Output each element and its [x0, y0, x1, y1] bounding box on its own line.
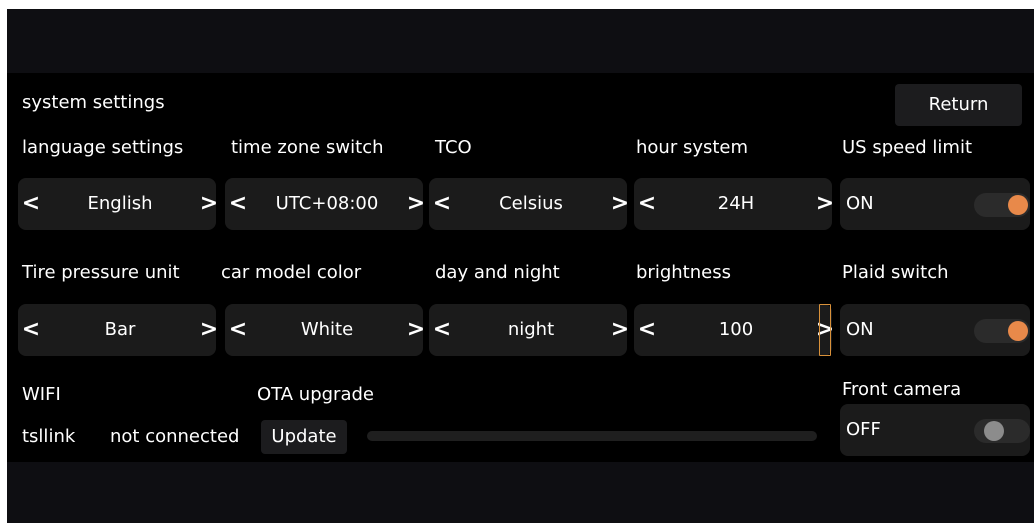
- us-speed-limit-toggle-box: ON: [840, 178, 1030, 230]
- front-camera-state: OFF: [846, 419, 881, 440]
- update-button[interactable]: Update: [261, 420, 347, 454]
- time-zone-switch-label: time zone switch: [231, 137, 384, 158]
- switch-knob: [1008, 195, 1028, 215]
- ota-upgrade-label: OTA upgrade: [257, 384, 374, 405]
- hour-system-selector: < 24H >: [634, 178, 834, 230]
- brightness-label: brightness: [636, 262, 731, 283]
- chevron-left-icon[interactable]: <: [20, 304, 42, 356]
- chevron-right-icon[interactable]: >: [814, 178, 836, 230]
- tco-value: Celsius: [499, 193, 563, 214]
- plaid-switch[interactable]: [974, 319, 1030, 343]
- language-selector: < English >: [18, 178, 218, 230]
- bottom-bar: [7, 462, 1034, 523]
- us-speed-limit-label: US speed limit: [842, 137, 973, 158]
- brightness-value: 100: [718, 319, 754, 340]
- chevron-right-icon[interactable]: >: [198, 178, 220, 230]
- chevron-left-icon[interactable]: <: [227, 178, 249, 230]
- chevron-right-icon[interactable]: >: [405, 304, 427, 356]
- tire-pressure-unit-label: Tire pressure unit: [22, 262, 180, 283]
- tco-label: TCO: [435, 137, 472, 158]
- plaid-toggle-box: ON: [840, 304, 1030, 356]
- plaid-state: ON: [846, 319, 874, 340]
- switch-knob: [984, 421, 1004, 441]
- wifi-label: WIFI: [22, 384, 61, 405]
- chevron-left-icon[interactable]: <: [20, 178, 42, 230]
- car-model-color-value: White: [300, 319, 354, 340]
- chevron-left-icon[interactable]: <: [431, 304, 453, 356]
- time-zone-value: UTC+08:00: [275, 193, 379, 214]
- language-settings-label: language settings: [22, 137, 184, 158]
- focus-highlight: [819, 304, 831, 356]
- car-model-color-label: car model color: [221, 262, 362, 283]
- chevron-right-icon[interactable]: >: [198, 304, 220, 356]
- tire-pressure-value: Bar: [104, 319, 136, 340]
- language-value: English: [87, 193, 153, 214]
- day-and-night-value: night: [507, 319, 555, 340]
- chevron-left-icon[interactable]: <: [431, 178, 453, 230]
- tco-selector: < Celsius >: [429, 178, 629, 230]
- ota-progress-bar: [367, 431, 817, 441]
- hour-system-label: hour system: [636, 137, 749, 158]
- plaid-switch-label: Plaid switch: [842, 262, 949, 283]
- front-camera-toggle-box: OFF: [840, 404, 1030, 456]
- chevron-left-icon[interactable]: <: [636, 304, 658, 356]
- chevron-left-icon[interactable]: <: [636, 178, 658, 230]
- us-speed-limit-state: ON: [846, 193, 874, 214]
- wifi-network-name[interactable]: tsllink: [22, 426, 75, 448]
- front-camera-switch[interactable]: [974, 419, 1030, 443]
- top-bar: [7, 9, 1034, 73]
- wifi-status: not connected: [110, 426, 240, 447]
- hour-system-value: 24H: [717, 193, 755, 214]
- chevron-left-icon[interactable]: <: [227, 304, 249, 356]
- return-button[interactable]: Return: [895, 84, 1022, 126]
- tire-pressure-selector: < Bar >: [18, 304, 218, 356]
- front-camera-label: Front camera: [842, 379, 962, 400]
- time-zone-selector: < UTC+08:00 >: [225, 178, 425, 230]
- page-title: system settings: [22, 92, 165, 113]
- chevron-right-icon[interactable]: >: [609, 178, 631, 230]
- chevron-right-icon[interactable]: >: [609, 304, 631, 356]
- chevron-right-icon[interactable]: >: [405, 178, 427, 230]
- day-and-night-selector: < night >: [429, 304, 629, 356]
- us-speed-limit-switch[interactable]: [974, 193, 1030, 217]
- day-and-night-label: day and night: [435, 262, 560, 283]
- brightness-selector: < 100 >: [634, 304, 834, 356]
- car-model-color-selector: < White >: [225, 304, 425, 356]
- switch-knob: [1008, 321, 1028, 341]
